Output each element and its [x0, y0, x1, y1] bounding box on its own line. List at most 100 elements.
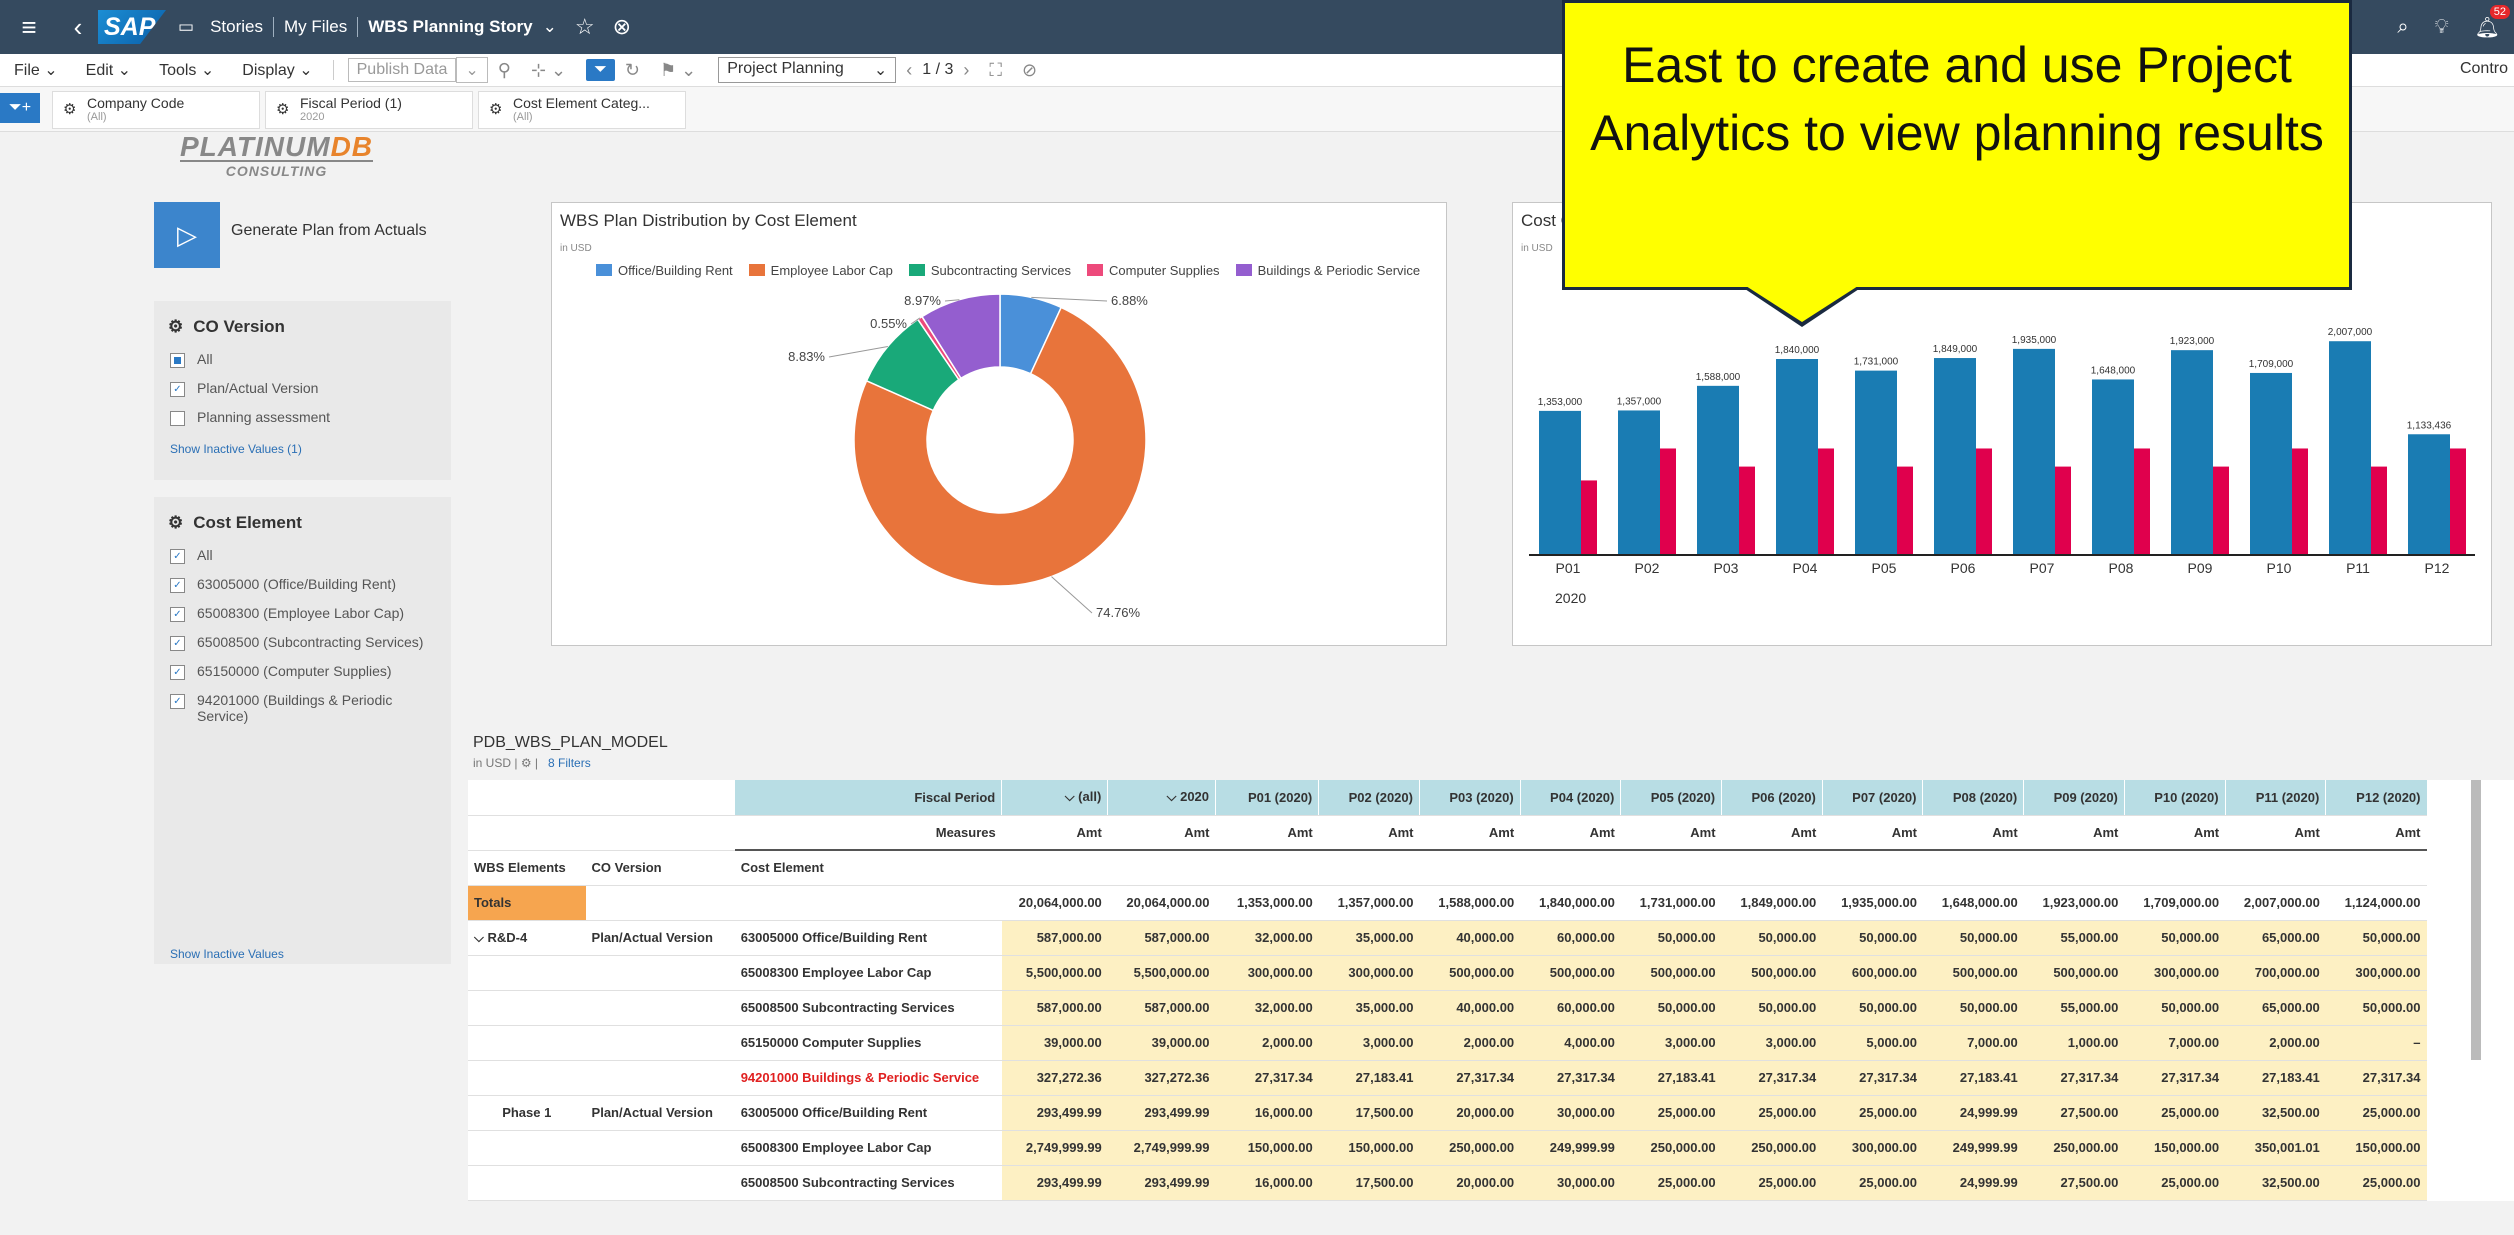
value-cell[interactable]: 50,000.00: [1822, 990, 1923, 1026]
donut-chart-card[interactable]: WBS Plan Distribution by Cost Element in…: [551, 202, 1447, 646]
bar-series-1[interactable]: [1618, 410, 1660, 555]
total-cell[interactable]: 1,588,000.00: [1419, 885, 1521, 921]
filters-link[interactable]: 8 Filters: [548, 756, 591, 770]
generate-plan-button[interactable]: ▷: [154, 202, 220, 268]
dimension-header[interactable]: WBS Elements: [468, 850, 586, 886]
cost-element-option-94201000[interactable]: ✓ 94201000 (Buildings & Periodic Service): [154, 686, 451, 730]
value-cell[interactable]: 32,000.00: [1215, 990, 1319, 1026]
value-cell[interactable]: 30,000.00: [1520, 1165, 1621, 1201]
notifications-icon[interactable]: 🔔︎ 52: [2475, 4, 2510, 40]
value-cell[interactable]: 249,999.99: [1520, 1130, 1621, 1166]
value-cell[interactable]: 600,000.00: [1822, 955, 1923, 991]
value-cell[interactable]: 50,000.00: [1822, 920, 1923, 956]
value-cell[interactable]: 25,000.00: [2325, 1095, 2427, 1131]
total-cell[interactable]: 1,709,000.00: [2124, 885, 2226, 921]
funnel-icon[interactable]: ⚲: [488, 60, 521, 81]
value-cell[interactable]: 27,317.34: [2325, 1060, 2427, 1096]
value-cell[interactable]: 25,000.00: [1721, 1165, 1823, 1201]
total-cell[interactable]: 1,353,000.00: [1215, 885, 1319, 921]
value-cell[interactable]: 1,000.00: [2023, 1025, 2125, 1061]
value-cell[interactable]: 300,000.00: [2325, 955, 2427, 991]
cost-element-option-65008500[interactable]: ✓ 65008500 (Subcontracting Services): [154, 628, 451, 657]
value-cell[interactable]: 500,000.00: [1721, 955, 1823, 991]
value-cell[interactable]: 293,499.99: [1107, 1095, 1216, 1131]
value-cell[interactable]: 16,000.00: [1215, 1165, 1319, 1201]
value-cell[interactable]: 50,000.00: [2124, 920, 2226, 956]
value-cell[interactable]: 2,000.00: [2225, 1025, 2326, 1061]
value-cell[interactable]: 25,000.00: [1822, 1165, 1923, 1201]
value-cell[interactable]: 327,272.36: [1107, 1060, 1216, 1096]
value-cell[interactable]: 300,000.00: [1822, 1130, 1923, 1166]
value-cell[interactable]: 587,000.00: [1001, 920, 1108, 956]
planning-table[interactable]: Fiscal Period ⌵ (all) ⌵ 2020 P01 (2020) P02 …: [468, 780, 2514, 1201]
column-header[interactable]: P04 (2020): [1519, 780, 1621, 816]
cost-element-option-63005000[interactable]: ✓ 63005000 (Office/Building Rent): [154, 570, 451, 599]
value-cell[interactable]: 150,000.00: [2124, 1130, 2226, 1166]
value-cell[interactable]: 300,000.00: [1318, 955, 1420, 991]
value-cell[interactable]: 27,317.34: [2124, 1060, 2226, 1096]
bar-series-2[interactable]: [1739, 466, 1755, 555]
total-cell[interactable]: 1,731,000.00: [1620, 885, 1722, 921]
total-cell[interactable]: 20,064,000.00: [1107, 885, 1216, 921]
value-cell[interactable]: 5,000.00: [1822, 1025, 1923, 1061]
star-icon[interactable]: ☆: [575, 14, 595, 40]
bar-series-2[interactable]: [2055, 466, 2071, 555]
story-title[interactable]: WBS Planning Story: [358, 17, 542, 37]
value-cell[interactable]: 3,000.00: [1620, 1025, 1722, 1061]
value-cell[interactable]: 50,000.00: [1620, 990, 1722, 1026]
value-cell[interactable]: 25,000.00: [1721, 1095, 1823, 1131]
value-cell[interactable]: 150,000.00: [1318, 1130, 1420, 1166]
value-cell[interactable]: 20,000.00: [1419, 1165, 1521, 1201]
value-cell[interactable]: 250,000.00: [2023, 1130, 2125, 1166]
value-cell[interactable]: 60,000.00: [1520, 990, 1621, 1026]
value-cell[interactable]: 300,000.00: [2124, 955, 2226, 991]
column-header[interactable]: P11 (2020): [2224, 780, 2326, 816]
total-cell[interactable]: 1,840,000.00: [1520, 885, 1621, 921]
show-inactive-values-link[interactable]: Show Inactive Values (1): [154, 432, 451, 456]
bar-series-2[interactable]: [2450, 448, 2466, 555]
value-cell[interactable]: 500,000.00: [1922, 955, 2024, 991]
bar-series-1[interactable]: [2013, 348, 2055, 555]
dimension-header[interactable]: Cost Element: [734, 850, 1002, 886]
wbs-element-cell[interactable]: [468, 1025, 586, 1061]
close-circle-icon[interactable]: ⊗: [613, 14, 631, 40]
value-cell[interactable]: 27,500.00: [2023, 1095, 2125, 1131]
value-cell[interactable]: 17,500.00: [1318, 1165, 1420, 1201]
bar-series-1[interactable]: [2092, 379, 2134, 555]
value-cell[interactable]: 7,000.00: [2124, 1025, 2226, 1061]
value-cell[interactable]: 32,500.00: [2225, 1095, 2326, 1131]
table-scrollbar[interactable]: [2471, 780, 2481, 1060]
cost-element-option-65150000[interactable]: ✓ 65150000 (Computer Supplies): [154, 657, 451, 686]
value-cell[interactable]: 5,500,000.00: [1001, 955, 1108, 991]
value-cell[interactable]: 32,500.00: [2225, 1165, 2326, 1201]
value-cell[interactable]: 35,000.00: [1318, 920, 1420, 956]
display-menu[interactable]: Display ⌄: [228, 60, 326, 80]
value-cell[interactable]: 24,999.99: [1922, 1095, 2024, 1131]
value-cell[interactable]: 4,000.00: [1520, 1025, 1621, 1061]
value-cell[interactable]: 587,000.00: [1107, 990, 1216, 1026]
bar-series-2[interactable]: [1976, 448, 1992, 555]
column-header[interactable]: P05 (2020): [1620, 780, 1722, 816]
bar-series-1[interactable]: [2171, 350, 2213, 555]
column-header[interactable]: P09 (2020): [2023, 780, 2125, 816]
bar-series-1[interactable]: [2329, 341, 2371, 555]
bar-series-2[interactable]: [2292, 448, 2308, 555]
controls-label[interactable]: Contro: [2460, 60, 2508, 78]
value-cell[interactable]: 27,183.41: [1318, 1060, 1420, 1096]
value-cell[interactable]: 587,000.00: [1001, 990, 1108, 1026]
value-cell[interactable]: 27,317.34: [1721, 1060, 1823, 1096]
value-cell[interactable]: 27,500.00: [2023, 1165, 2125, 1201]
value-cell[interactable]: 50,000.00: [2124, 990, 2226, 1026]
value-cell[interactable]: 20,000.00: [1419, 1095, 1521, 1131]
wbs-element-cell[interactable]: [468, 1130, 586, 1166]
co-version-option-all[interactable]: All: [154, 345, 451, 374]
value-cell[interactable]: 150,000.00: [1215, 1130, 1319, 1166]
value-cell[interactable]: 293,499.99: [1001, 1095, 1108, 1131]
edit-menu[interactable]: Edit ⌄: [72, 60, 145, 80]
bar-series-2[interactable]: [1818, 448, 1834, 555]
value-cell[interactable]: 7,000.00: [1922, 1025, 2024, 1061]
total-cell[interactable]: 20,064,000.00: [1001, 885, 1108, 921]
value-cell[interactable]: 250,000.00: [1620, 1130, 1722, 1166]
value-cell[interactable]: 30,000.00: [1520, 1095, 1621, 1131]
value-cell[interactable]: 17,500.00: [1318, 1095, 1420, 1131]
